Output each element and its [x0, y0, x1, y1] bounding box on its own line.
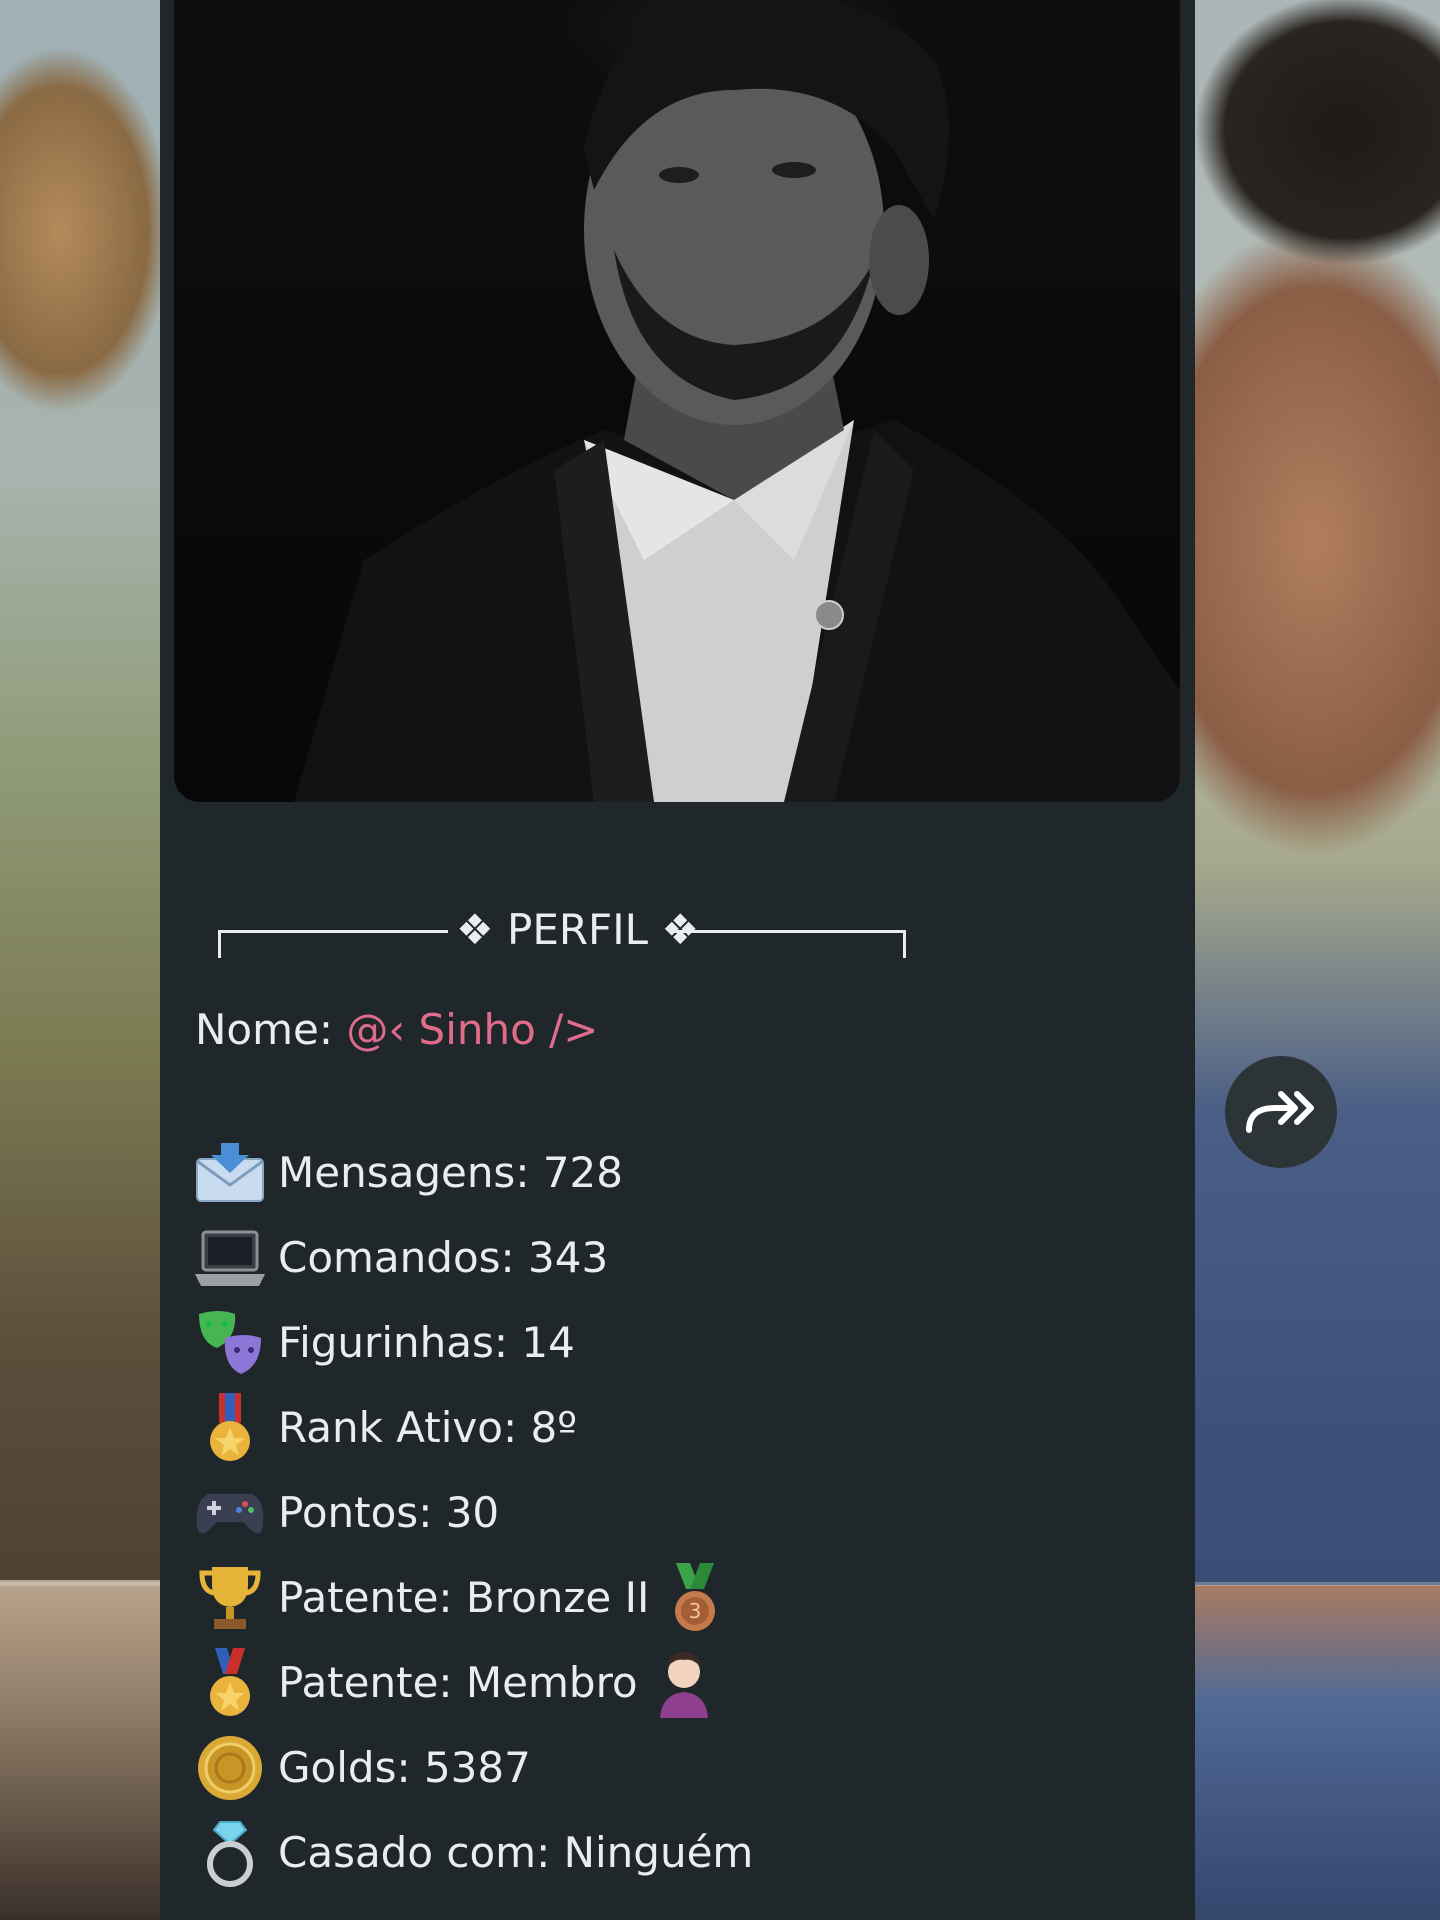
- name-label: Nome:: [195, 1005, 334, 1054]
- message-bubble[interactable]: ❖ PERFIL ❖ Nome: @‹ Sinho /> Mensagens: …: [160, 0, 1195, 1920]
- stat-rank: Rank Ativo: 8º: [195, 1385, 753, 1470]
- person-shrugging-icon: [656, 1648, 712, 1718]
- ring-icon: [195, 1818, 265, 1888]
- stat-label: Pontos: 30: [278, 1488, 500, 1537]
- bronze-medal-icon: 3: [667, 1562, 723, 1633]
- stat-points: Pontos: 30: [195, 1470, 753, 1555]
- laptop-icon: [195, 1223, 265, 1293]
- wallpaper-right-photo: [1195, 0, 1440, 1920]
- stat-label: Comandos: 343: [278, 1233, 609, 1282]
- wallpaper-left-photo: [0, 0, 160, 1920]
- military-medal-icon: [195, 1647, 265, 1718]
- stat-commands: Comandos: 343: [195, 1215, 753, 1300]
- military-medal-icon: [195, 1392, 265, 1463]
- stat-messages: Mensagens: 728: [195, 1130, 753, 1215]
- stat-stickers: Figurinhas: 14: [195, 1300, 753, 1385]
- header-line-right: [673, 930, 906, 958]
- stats-list: Mensagens: 728 Comandos: 343 Figurinhas:…: [195, 1130, 753, 1895]
- stat-label: Rank Ativo: 8º: [278, 1403, 577, 1452]
- gold-coin-icon: [195, 1733, 265, 1803]
- stat-rank-patent: Patente: Bronze II 3: [195, 1555, 753, 1640]
- trophy-icon: [195, 1563, 265, 1633]
- perfil-header: ❖ PERFIL ❖: [218, 880, 938, 958]
- stat-role-patent: Patente: Membro: [195, 1640, 753, 1725]
- stat-label: Mensagens: 728: [278, 1148, 623, 1197]
- forward-button[interactable]: [1225, 1056, 1337, 1168]
- perfil-title: ❖ PERFIL ❖: [456, 905, 699, 954]
- stat-label: Patente: Membro: [278, 1658, 638, 1707]
- theater-masks-icon: [195, 1308, 265, 1378]
- stat-label: Patente: Bronze II: [278, 1573, 650, 1622]
- stat-married: Casado com: Ninguém: [195, 1810, 753, 1895]
- svg-text:3: 3: [689, 1599, 702, 1623]
- stat-label: Figurinhas: 14: [278, 1318, 575, 1367]
- forward-icon: [1245, 1086, 1317, 1138]
- stat-label: Casado com: Ninguém: [278, 1828, 754, 1877]
- user-mention[interactable]: @‹ Sinho />: [346, 1005, 598, 1054]
- profile-photo[interactable]: [174, 0, 1180, 802]
- gamepad-icon: [195, 1478, 265, 1548]
- stat-label: Golds: 5387: [278, 1743, 531, 1792]
- portrait-illustration: [294, 0, 1180, 802]
- stat-golds: Golds: 5387: [195, 1725, 753, 1810]
- header-line-left: [218, 930, 448, 958]
- name-row: Nome: @‹ Sinho />: [195, 1002, 599, 1058]
- envelope-icon: [195, 1138, 265, 1208]
